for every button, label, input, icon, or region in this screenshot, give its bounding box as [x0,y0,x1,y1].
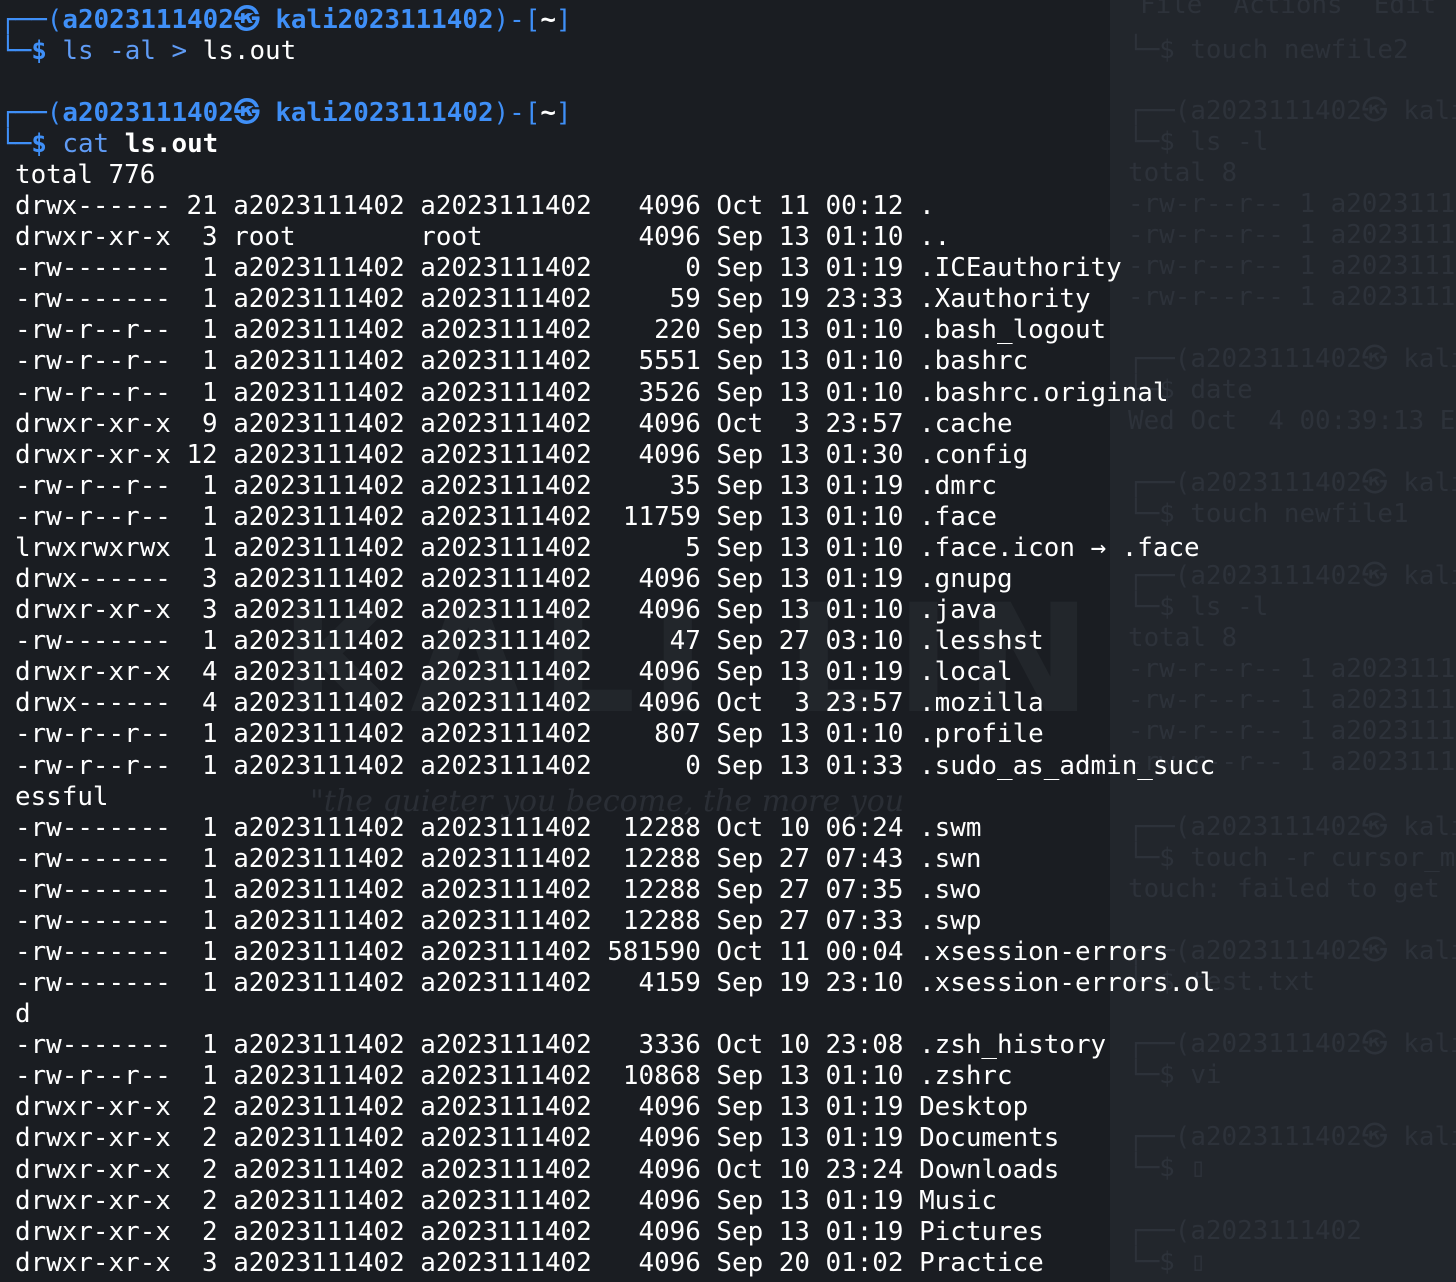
output-line: drwx------ 21 a2023111402 a2023111402 40… [15,191,935,222]
output-line: drwxr-xr-x 4 a2023111402 a2023111402 409… [15,657,1013,688]
prompt-at-symbol: ㉿ [233,98,276,128]
command-args [109,129,125,159]
prompt-frame: ] [555,98,572,128]
command-name: cat [62,129,110,159]
output-line: -rw-r--r-- 1 a2023111402 a2023111402 807… [15,719,1044,750]
output-line: drwxr-xr-x 9 a2023111402 a2023111402 409… [15,408,1013,439]
output-line: -rw-r--r-- 1 a2023111402 a2023111402 555… [15,346,1029,377]
output-line: drwxr-xr-x 3 a2023111402 a2023111402 409… [15,595,998,626]
terminal-output[interactable]: ┌──(a2023111402㉿ kali2023111402)-[~] └─$… [0,0,1456,1282]
output-line: lrwxrwxrwx 1 a2023111402 a2023111402 5 S… [15,532,1200,563]
output-line: -rw-r--r-- 1 a2023111402 a2023111402 35 … [15,470,998,501]
prompt-frame: ] [555,5,572,35]
prompt-host: kali2023111402 [275,98,494,128]
output-line: -rw------- 1 a2023111402 a2023111402 47 … [15,626,1044,657]
output-line: drwxr-xr-x 2 a2023111402 a2023111402 409… [15,1092,1029,1123]
output-line: total 776 [15,160,156,190]
output-line: -rw------- 1 a2023111402 a2023111402 333… [15,1030,1107,1061]
command-args: -al [93,36,172,66]
output-line: drwx------ 3 a2023111402 a2023111402 409… [15,564,1013,595]
output-line: drwxr-xr-x 3 root root 4096 Sep 13 01:10… [15,222,951,253]
output-line: -rw------- 1 a2023111402 a2023111402 122… [15,905,982,936]
output-line: essful [15,781,109,812]
prompt-user: a2023111402 [62,98,234,128]
prompt-path: ~ [540,5,556,35]
output-line: -rw-r--r-- 1 a2023111402 a2023111402 117… [15,501,998,532]
prompt-dollar: $ [31,36,63,66]
output-line: -rw-r--r-- 1 a2023111402 a2023111402 0 S… [15,750,1216,781]
prompt-frame: )-[ [493,98,541,128]
output-line: -rw------- 1 a2023111402 a2023111402 59 … [15,284,1091,315]
prompt-at-symbol: ㉿ [233,5,276,35]
output-line: drwxr-xr-x 2 a2023111402 a2023111402 409… [15,1154,1060,1185]
output-line: d [15,999,31,1030]
output-line: -rw------- 1 a2023111402 a2023111402 0 S… [15,253,1122,284]
prompt-frame: ┌──( [0,98,63,128]
output-line: -rw------- 1 a2023111402 a2023111402 122… [15,812,982,843]
output-line: -rw------- 1 a2023111402 a2023111402 122… [15,843,982,874]
prompt-corner: └─ [0,129,32,159]
command-target: ls.out [124,129,219,159]
prompt-host: kali2023111402 [275,5,494,35]
output-line: -rw-r--r-- 1 a2023111402 a2023111402 352… [15,377,1169,408]
output-line: drwxr-xr-x 2 a2023111402 a2023111402 409… [15,1123,1060,1154]
command-target: ls.out [187,36,297,66]
output-line: -rw-r--r-- 1 a2023111402 a2023111402 220… [15,315,1107,346]
prompt-header: ┌──(a2023111402㉿ kali2023111402)-[~] [0,98,572,129]
prompt-header: ┌──(a2023111402㉿ kali2023111402)-[~] [0,5,572,36]
output-line: drwxr-xr-x 2 a2023111402 a2023111402 409… [15,1185,998,1216]
prompt-corner: └─ [0,36,32,66]
prompt-user: a2023111402 [62,5,234,35]
prompt-frame: ┌──( [0,5,63,35]
command-name: ls [62,36,94,66]
command-redirect-operator: > [171,36,188,66]
prompt-frame: )-[ [493,5,541,35]
prompt-dollar: $ [31,129,63,159]
output-line: drwxr-xr-x 12 a2023111402 a2023111402 40… [15,439,1029,470]
output-line: -rw------- 1 a2023111402 a2023111402 122… [15,874,982,905]
output-line: -rw-r--r-- 1 a2023111402 a2023111402 108… [15,1061,1013,1092]
output-line: drwxr-xr-x 3 a2023111402 a2023111402 409… [15,1247,1044,1278]
command-line: └─$ ls -al > ls.out [0,36,296,67]
output-line: drwxr-xr-x 2 a2023111402 a2023111402 409… [15,1216,1044,1247]
output-line: drwx------ 4 a2023111402 a2023111402 409… [15,688,1044,719]
output-line: -rw------- 1 a2023111402 a2023111402 415… [15,968,1216,999]
output-line: -rw------- 1 a2023111402 a2023111402 581… [15,937,1169,967]
prompt-path: ~ [540,98,556,128]
command-line: └─$ cat ls.out [0,129,218,160]
